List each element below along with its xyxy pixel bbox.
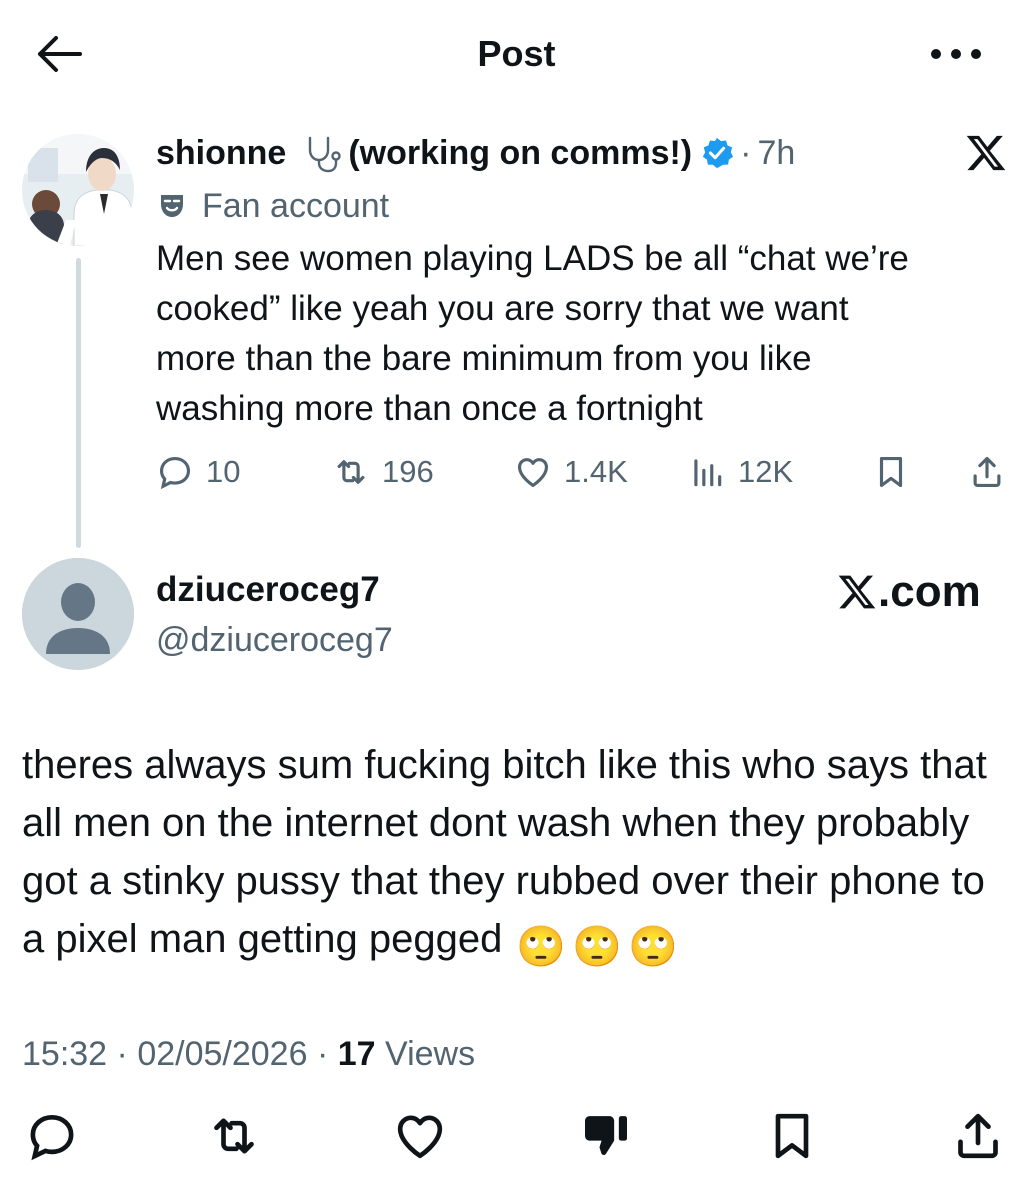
tweet-time[interactable]: 7h [757, 134, 795, 173]
views-count: 17 [337, 1035, 376, 1073]
user-handle[interactable]: @dziuceroceg7 [156, 616, 393, 664]
tweet-text: Men see women playing LADS be all “chat … [156, 239, 909, 428]
fan-account-label: Fan account [156, 184, 389, 228]
thread-line [76, 258, 81, 548]
verified-badge-icon [700, 136, 734, 170]
tweet-actions: 10 196 1.4K 12K [156, 448, 1016, 496]
view-count: 12K [738, 454, 794, 489]
bookmark-icon [879, 456, 903, 488]
separator-dot: · [740, 133, 752, 172]
default-avatar[interactable] [22, 558, 134, 670]
display-name[interactable]: dziuceroceg7 [156, 566, 380, 614]
x-logo-icon [964, 132, 1008, 174]
reply-button[interactable] [24, 1108, 80, 1164]
reply-icon [159, 456, 191, 490]
tweet-metadata: 15:32 · 02/05/2026 · 17 Views [22, 1030, 475, 1078]
heart-icon [517, 458, 549, 488]
reply-count: 10 [206, 454, 241, 489]
share-button[interactable] [950, 1108, 1006, 1164]
share-button[interactable] [968, 448, 1018, 496]
heart-icon [397, 1115, 443, 1159]
separator-dot: · [316, 1035, 338, 1073]
tweet-text: theres always sum fucking bitch like thi… [22, 736, 1017, 976]
thumbs-down-icon [585, 1116, 627, 1155]
views-label: Views [385, 1035, 476, 1073]
x-com-label: .com [836, 564, 981, 620]
theater-masks-icon [156, 190, 188, 222]
dislike-button[interactable] [578, 1108, 634, 1164]
bookmark-button[interactable] [764, 1108, 820, 1164]
like-button[interactable] [392, 1108, 448, 1164]
page-title: Post [477, 33, 556, 74]
eye-roll-emoji: 🙄 [516, 925, 567, 969]
repost-button[interactable] [206, 1108, 262, 1164]
avatar[interactable] [22, 134, 134, 246]
separator-dot: · [116, 1035, 138, 1073]
like-button[interactable]: 1.4K [514, 448, 628, 496]
tweet-action-bar [0, 1108, 1033, 1164]
more-options-icon[interactable] [928, 36, 984, 72]
reply-button[interactable]: 10 [156, 448, 240, 496]
repost-icon [214, 1118, 254, 1154]
tweet-date: 02/05/2026 [137, 1035, 308, 1073]
bookmark-button[interactable] [872, 448, 922, 496]
tweet-time: 15:32 [22, 1035, 108, 1073]
share-icon [958, 1113, 998, 1159]
display-name[interactable]: shionne [156, 134, 286, 173]
bookmark-icon [775, 1113, 809, 1159]
analytics-icon [694, 459, 722, 487]
reply-icon [30, 1114, 74, 1161]
repost-button[interactable]: 196 [332, 448, 434, 496]
display-name-suffix: (working on comms!) [348, 133, 693, 172]
repost-icon [337, 460, 365, 484]
eye-roll-emoji: 🙄 [627, 925, 678, 969]
stethoscope-icon [302, 133, 342, 173]
x-logo-icon [838, 575, 876, 609]
eye-roll-emoji: 🙄 [572, 925, 622, 969]
author-name-row[interactable]: shionne (working on comms!) · 7h [156, 130, 795, 176]
views-button[interactable]: 12K [688, 448, 793, 496]
repost-count: 196 [382, 454, 434, 489]
share-icon [973, 456, 1001, 488]
like-count: 1.4K [564, 454, 628, 489]
